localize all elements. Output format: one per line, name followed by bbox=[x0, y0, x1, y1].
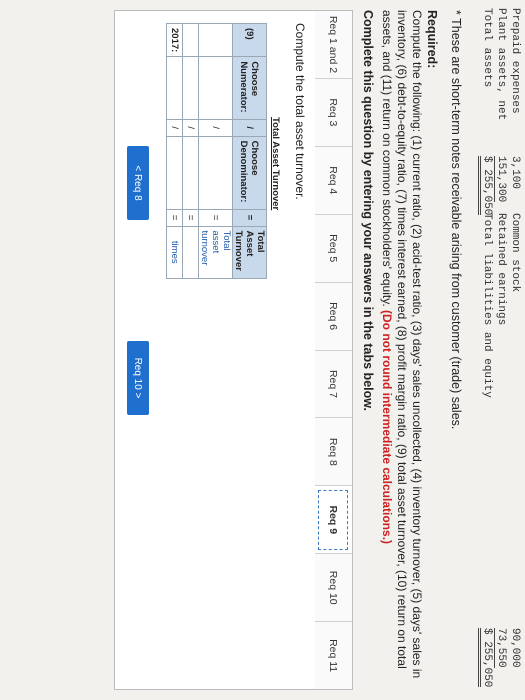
table-row: / = Total asset turnover bbox=[198, 23, 233, 279]
row-label: Plant assets, net bbox=[495, 8, 507, 121]
table-header-row: (9) Choose Numerator: / Choose Denominat… bbox=[232, 23, 267, 279]
row-label-cell bbox=[198, 23, 233, 57]
table-row: 2017: / = times bbox=[166, 23, 183, 279]
tab-req-4[interactable]: Req 4 bbox=[314, 146, 352, 215]
denominator-input-2017[interactable] bbox=[166, 136, 183, 210]
denominator-input[interactable] bbox=[182, 136, 199, 210]
divide-symbol: / bbox=[198, 119, 233, 137]
row-right-label: Common stock bbox=[509, 213, 521, 293]
equals-symbol: = bbox=[182, 209, 199, 227]
row-right-value: 73,550 bbox=[494, 628, 507, 668]
table-caption: Total Asset Turnover bbox=[270, 117, 281, 211]
divide-symbol: / bbox=[166, 119, 183, 137]
tab-req-1-2[interactable]: Req 1 and 2 bbox=[314, 11, 352, 79]
denominator-select[interactable] bbox=[198, 136, 233, 210]
ratio-table: (9) Choose Numerator: / Choose Denominat… bbox=[166, 23, 267, 279]
balance-row: Total assets $ 255,050 Total liabilities… bbox=[478, 8, 493, 688]
required-emphasis: (Do not round intermediate calculations.… bbox=[380, 310, 394, 545]
tab-req-5[interactable]: Req 5 bbox=[314, 214, 352, 283]
tab-content: Compute the total asset turnover. Total … bbox=[114, 10, 315, 690]
balance-row: Plant assets, net 151,300 Retained earni… bbox=[493, 8, 507, 688]
year-label: 2017: bbox=[166, 23, 183, 57]
balance-sheet: Prepaid expenses 3,100 Common stock 90,0… bbox=[478, 8, 521, 688]
content-title: Compute the total asset turnover. bbox=[293, 23, 307, 200]
numerator-header: Choose Numerator: bbox=[232, 56, 267, 120]
tab-req-8[interactable]: Req 8 bbox=[314, 418, 352, 487]
prev-button[interactable]: < Req 8 bbox=[127, 146, 149, 220]
row-right-value: $ 255,050 bbox=[478, 628, 493, 688]
required-heading: Required: bbox=[425, 10, 439, 69]
divide-symbol: / bbox=[182, 119, 199, 137]
table-row: / = bbox=[182, 23, 199, 279]
result-input[interactable] bbox=[182, 226, 199, 279]
row-right-label: Retained earnings bbox=[495, 213, 507, 326]
tab-req-9[interactable]: Req 9 bbox=[314, 486, 352, 555]
result-unit: times bbox=[166, 226, 183, 279]
denominator-header: Choose Denominator: bbox=[232, 136, 267, 210]
instruction: Complete this question by entering your … bbox=[361, 10, 375, 411]
row-value: 3,100 bbox=[509, 156, 521, 190]
row-label: Prepaid expenses bbox=[509, 8, 521, 114]
tab-req-6[interactable]: Req 6 bbox=[314, 282, 352, 351]
row-label-cell bbox=[182, 23, 199, 57]
row-right-label: Total liabilities and equity bbox=[481, 213, 493, 398]
result-header: Total Asset Turnover bbox=[232, 226, 267, 279]
page: Prepaid expenses 3,100 Common stock 90,0… bbox=[0, 0, 525, 700]
numerator-input[interactable] bbox=[182, 56, 199, 120]
next-button[interactable]: Req 10 > bbox=[127, 341, 149, 415]
balance-row: Prepaid expenses 3,100 Common stock 90,0… bbox=[507, 8, 521, 688]
tab-req-7[interactable]: Req 7 bbox=[314, 350, 352, 419]
tab-req-11[interactable]: Req 11 bbox=[314, 622, 352, 690]
numerator-select[interactable] bbox=[198, 56, 233, 120]
equals-symbol: = bbox=[166, 209, 183, 227]
row-label: Total assets bbox=[481, 8, 493, 88]
ratio-number: (9) bbox=[232, 23, 267, 57]
equals-symbol: = bbox=[198, 209, 233, 227]
tab-req-10[interactable]: Req 10 bbox=[314, 554, 352, 623]
divide-symbol: / bbox=[232, 119, 267, 137]
numerator-input-2017[interactable] bbox=[166, 56, 183, 120]
row-right-value: 90,000 bbox=[509, 628, 521, 668]
row-value: 151,300 bbox=[494, 156, 507, 203]
row-value: $ 255,050 bbox=[478, 156, 493, 216]
result-label: Total asset turnover bbox=[198, 226, 233, 279]
tab-req-3[interactable]: Req 3 bbox=[314, 78, 352, 147]
equals-symbol: = bbox=[232, 209, 267, 227]
footnote: * These are short-term notes receivable … bbox=[449, 10, 463, 430]
tab-bar: Req 1 and 2 Req 3 Req 4 Req 5 Req 6 Req … bbox=[313, 10, 353, 690]
required-section: Required: Compute the following: (1) cur… bbox=[379, 10, 439, 688]
